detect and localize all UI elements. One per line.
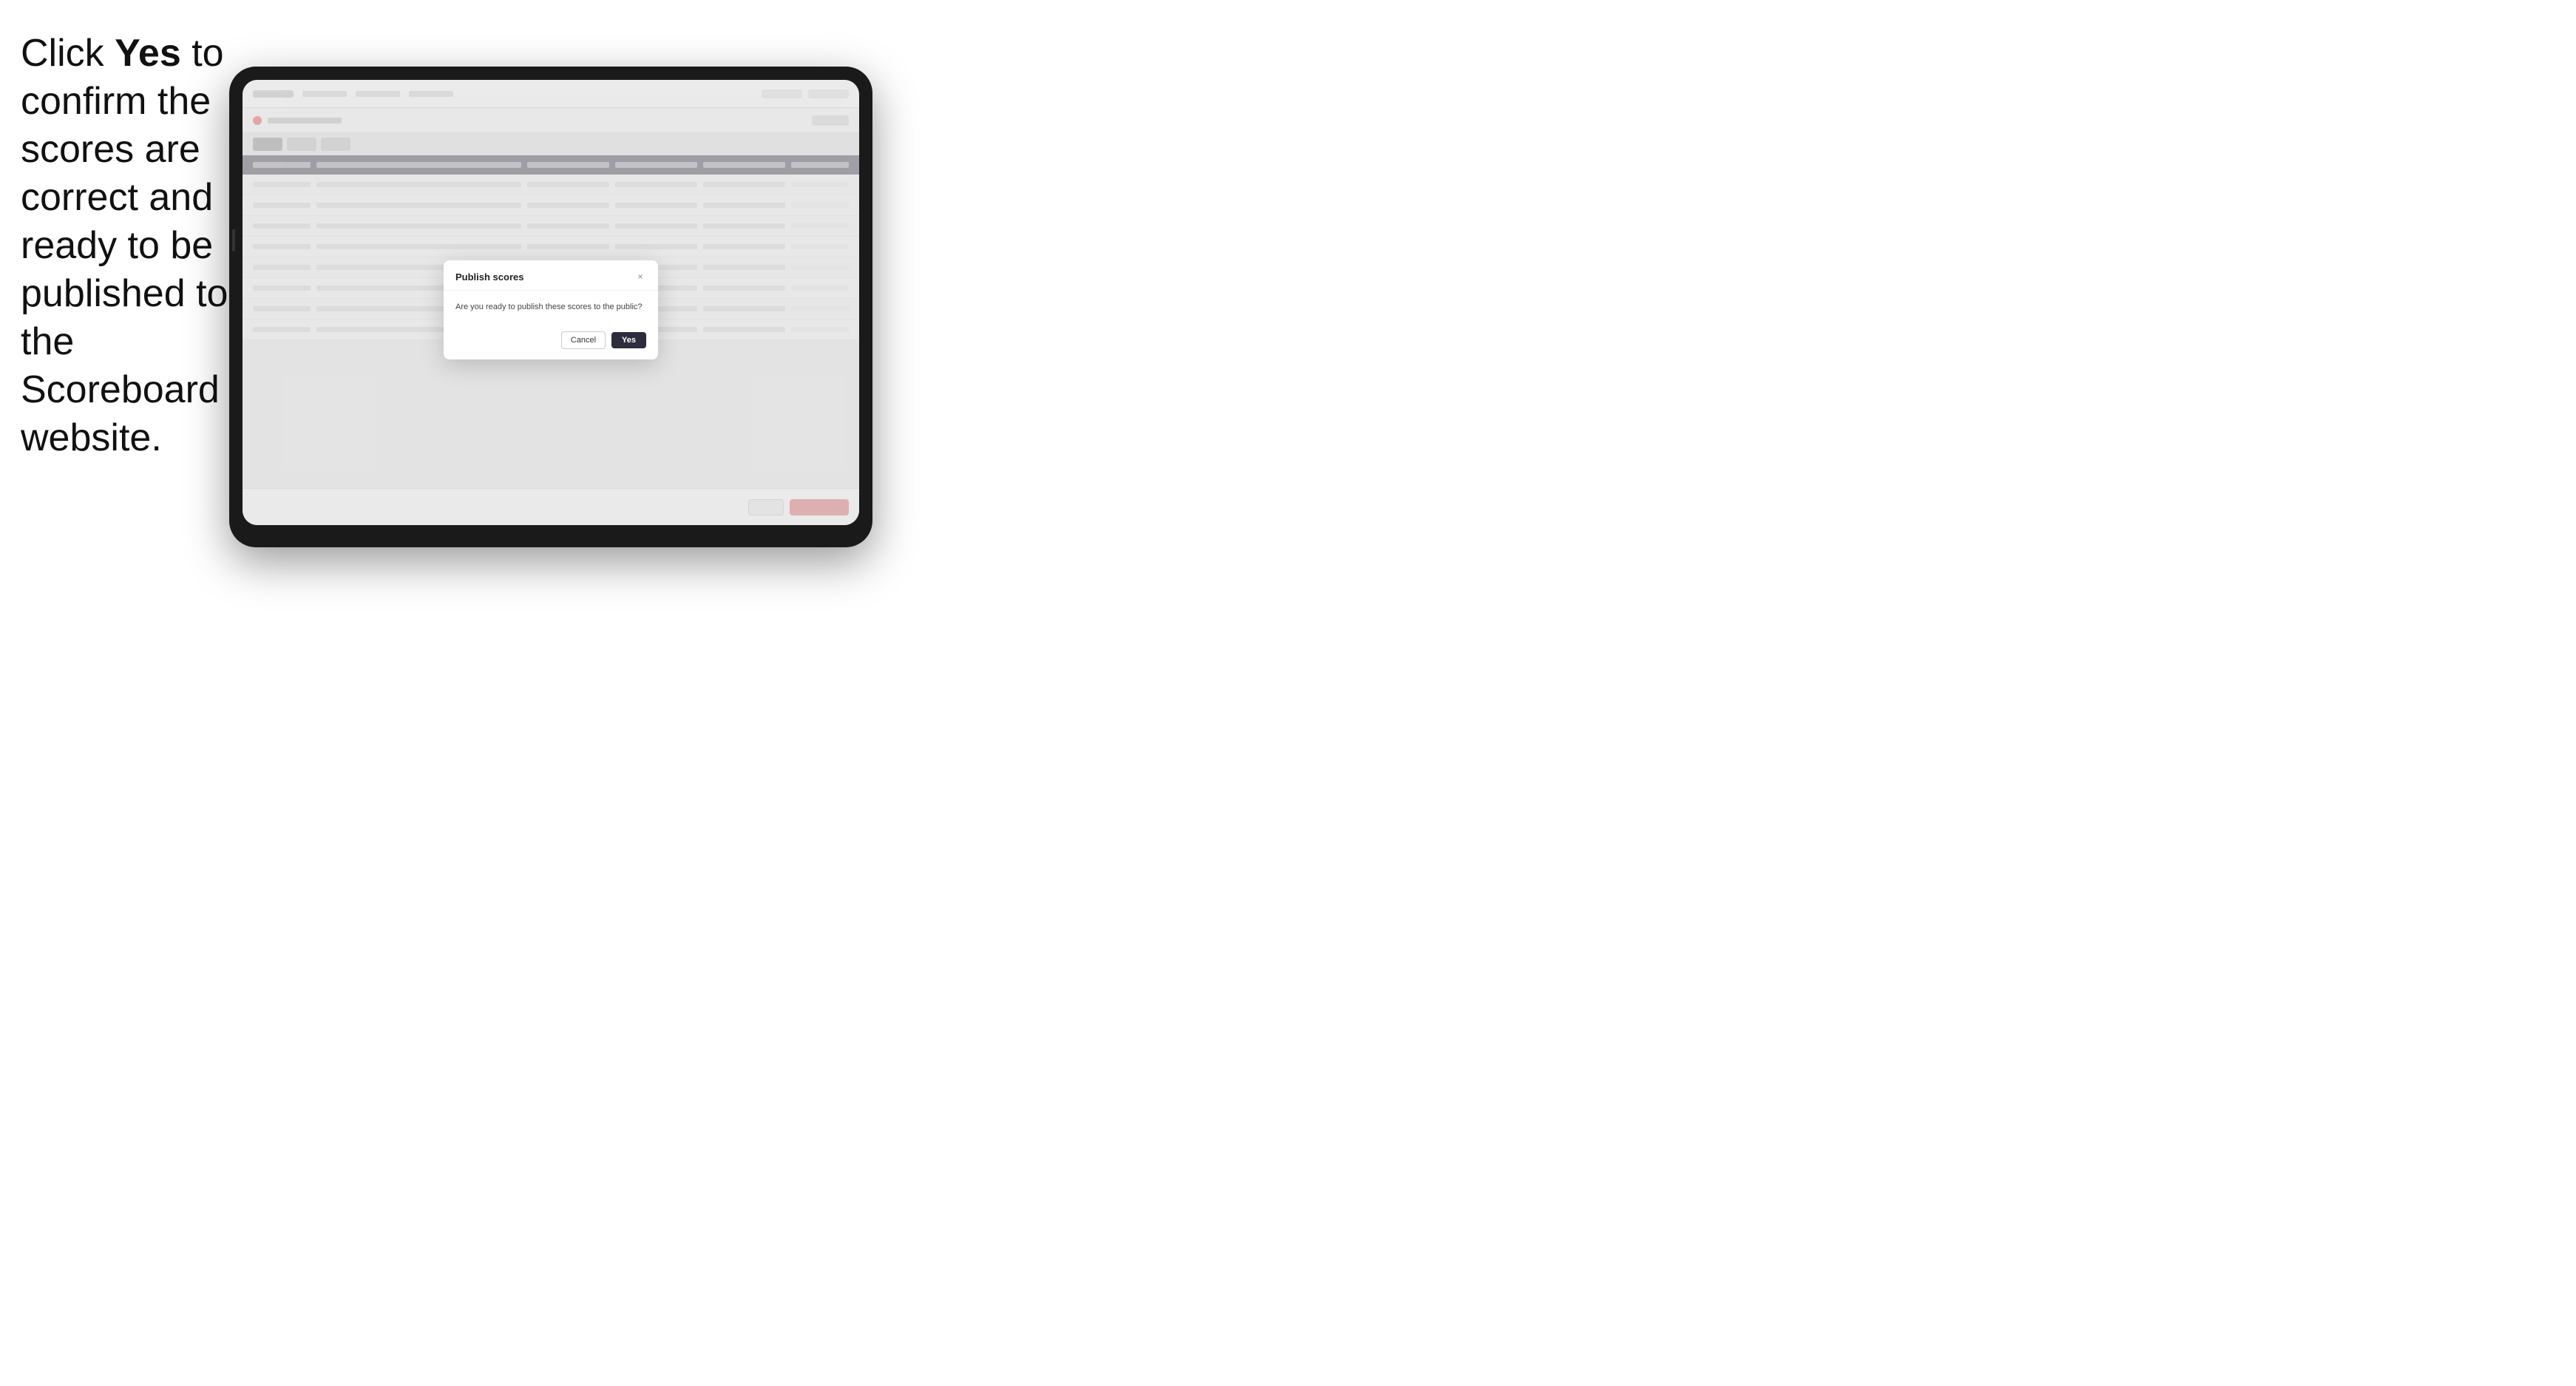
modal-body: Are you ready to publish these scores to… — [444, 291, 658, 324]
modal-message: Are you ready to publish these scores to… — [455, 301, 646, 314]
yes-button[interactable]: Yes — [611, 332, 646, 348]
modal-header: Publish scores × — [444, 260, 658, 291]
modal-close-button[interactable]: × — [634, 271, 646, 283]
modal-footer: Cancel Yes — [444, 324, 658, 359]
modal-title: Publish scores — [455, 271, 523, 283]
instruction-text: Click Yes to confirm the scores are corr… — [21, 30, 235, 462]
instruction-suffix: to confirm the scores are correct and re… — [21, 32, 228, 459]
tablet-side-button — [232, 229, 235, 251]
tablet-device: Publish scores × Are you ready to publis… — [229, 67, 872, 547]
modal-overlay: Publish scores × Are you ready to publis… — [243, 80, 859, 525]
cancel-button[interactable]: Cancel — [561, 331, 606, 349]
tablet-screen: Publish scores × Are you ready to publis… — [243, 80, 859, 525]
instruction-prefix: Click — [21, 32, 115, 75]
publish-scores-modal: Publish scores × Are you ready to publis… — [444, 260, 658, 359]
instruction-bold: Yes — [115, 32, 181, 75]
